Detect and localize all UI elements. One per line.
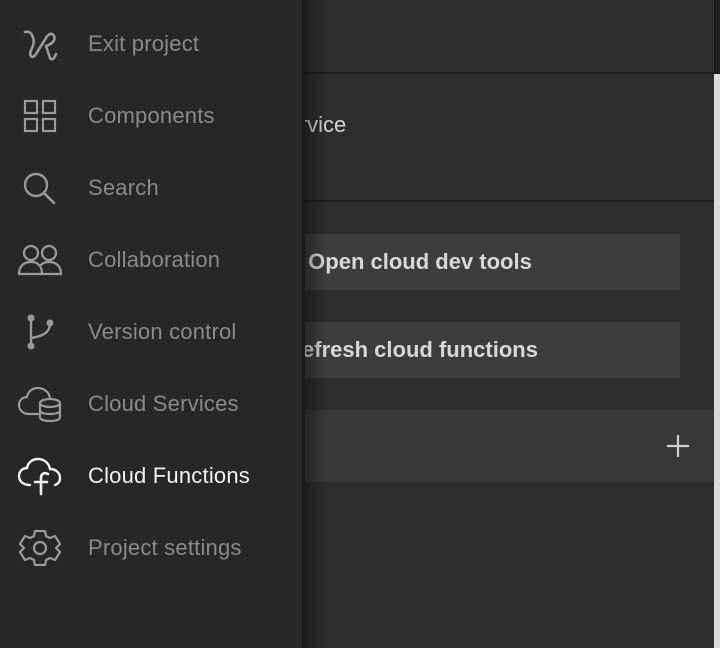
plus-icon[interactable] — [662, 430, 694, 462]
menu-label-search: Search — [88, 175, 159, 200]
menu-label-cloud-functions: Cloud Functions — [88, 463, 250, 488]
components-grid-icon — [16, 96, 64, 136]
side-menu: Exit project Components Search Collabora… — [0, 0, 305, 648]
users-icon — [16, 240, 64, 280]
menu-label-collaboration: Collaboration — [88, 247, 221, 272]
menu-item-exit-project[interactable]: Exit project — [0, 8, 302, 80]
menu-item-cloud-services[interactable]: Cloud Services — [0, 368, 302, 440]
menu-label-cloud-services: Cloud Services — [88, 391, 239, 416]
menu-item-project-settings[interactable]: Project settings — [0, 512, 302, 584]
cloud-function-icon — [16, 456, 64, 496]
git-branch-icon — [16, 312, 64, 352]
menu-item-collaboration[interactable]: Collaboration — [0, 224, 302, 296]
menu-label-project-settings: Project settings — [88, 535, 242, 560]
search-icon — [16, 168, 64, 208]
menu-label-exit-project: Exit project — [88, 31, 200, 56]
menu-item-components[interactable]: Components — [0, 80, 302, 152]
menu-label-components: Components — [88, 103, 215, 128]
cloud-database-icon — [16, 384, 64, 424]
window-edge — [714, 0, 720, 648]
menu-item-version-control[interactable]: Version control — [0, 296, 302, 368]
menu-shadow — [305, 0, 327, 648]
menu-label-version-control: Version control — [88, 319, 237, 344]
menu-item-search[interactable]: Search — [0, 152, 302, 224]
noodl-logo-icon — [16, 24, 64, 64]
open-cloud-dev-tools-label: Open cloud dev tools — [308, 249, 532, 274]
refresh-cloud-functions-label: efresh cloud functions — [302, 337, 538, 362]
gear-icon — [16, 528, 64, 568]
menu-item-cloud-functions[interactable]: Cloud Functions — [0, 440, 302, 512]
